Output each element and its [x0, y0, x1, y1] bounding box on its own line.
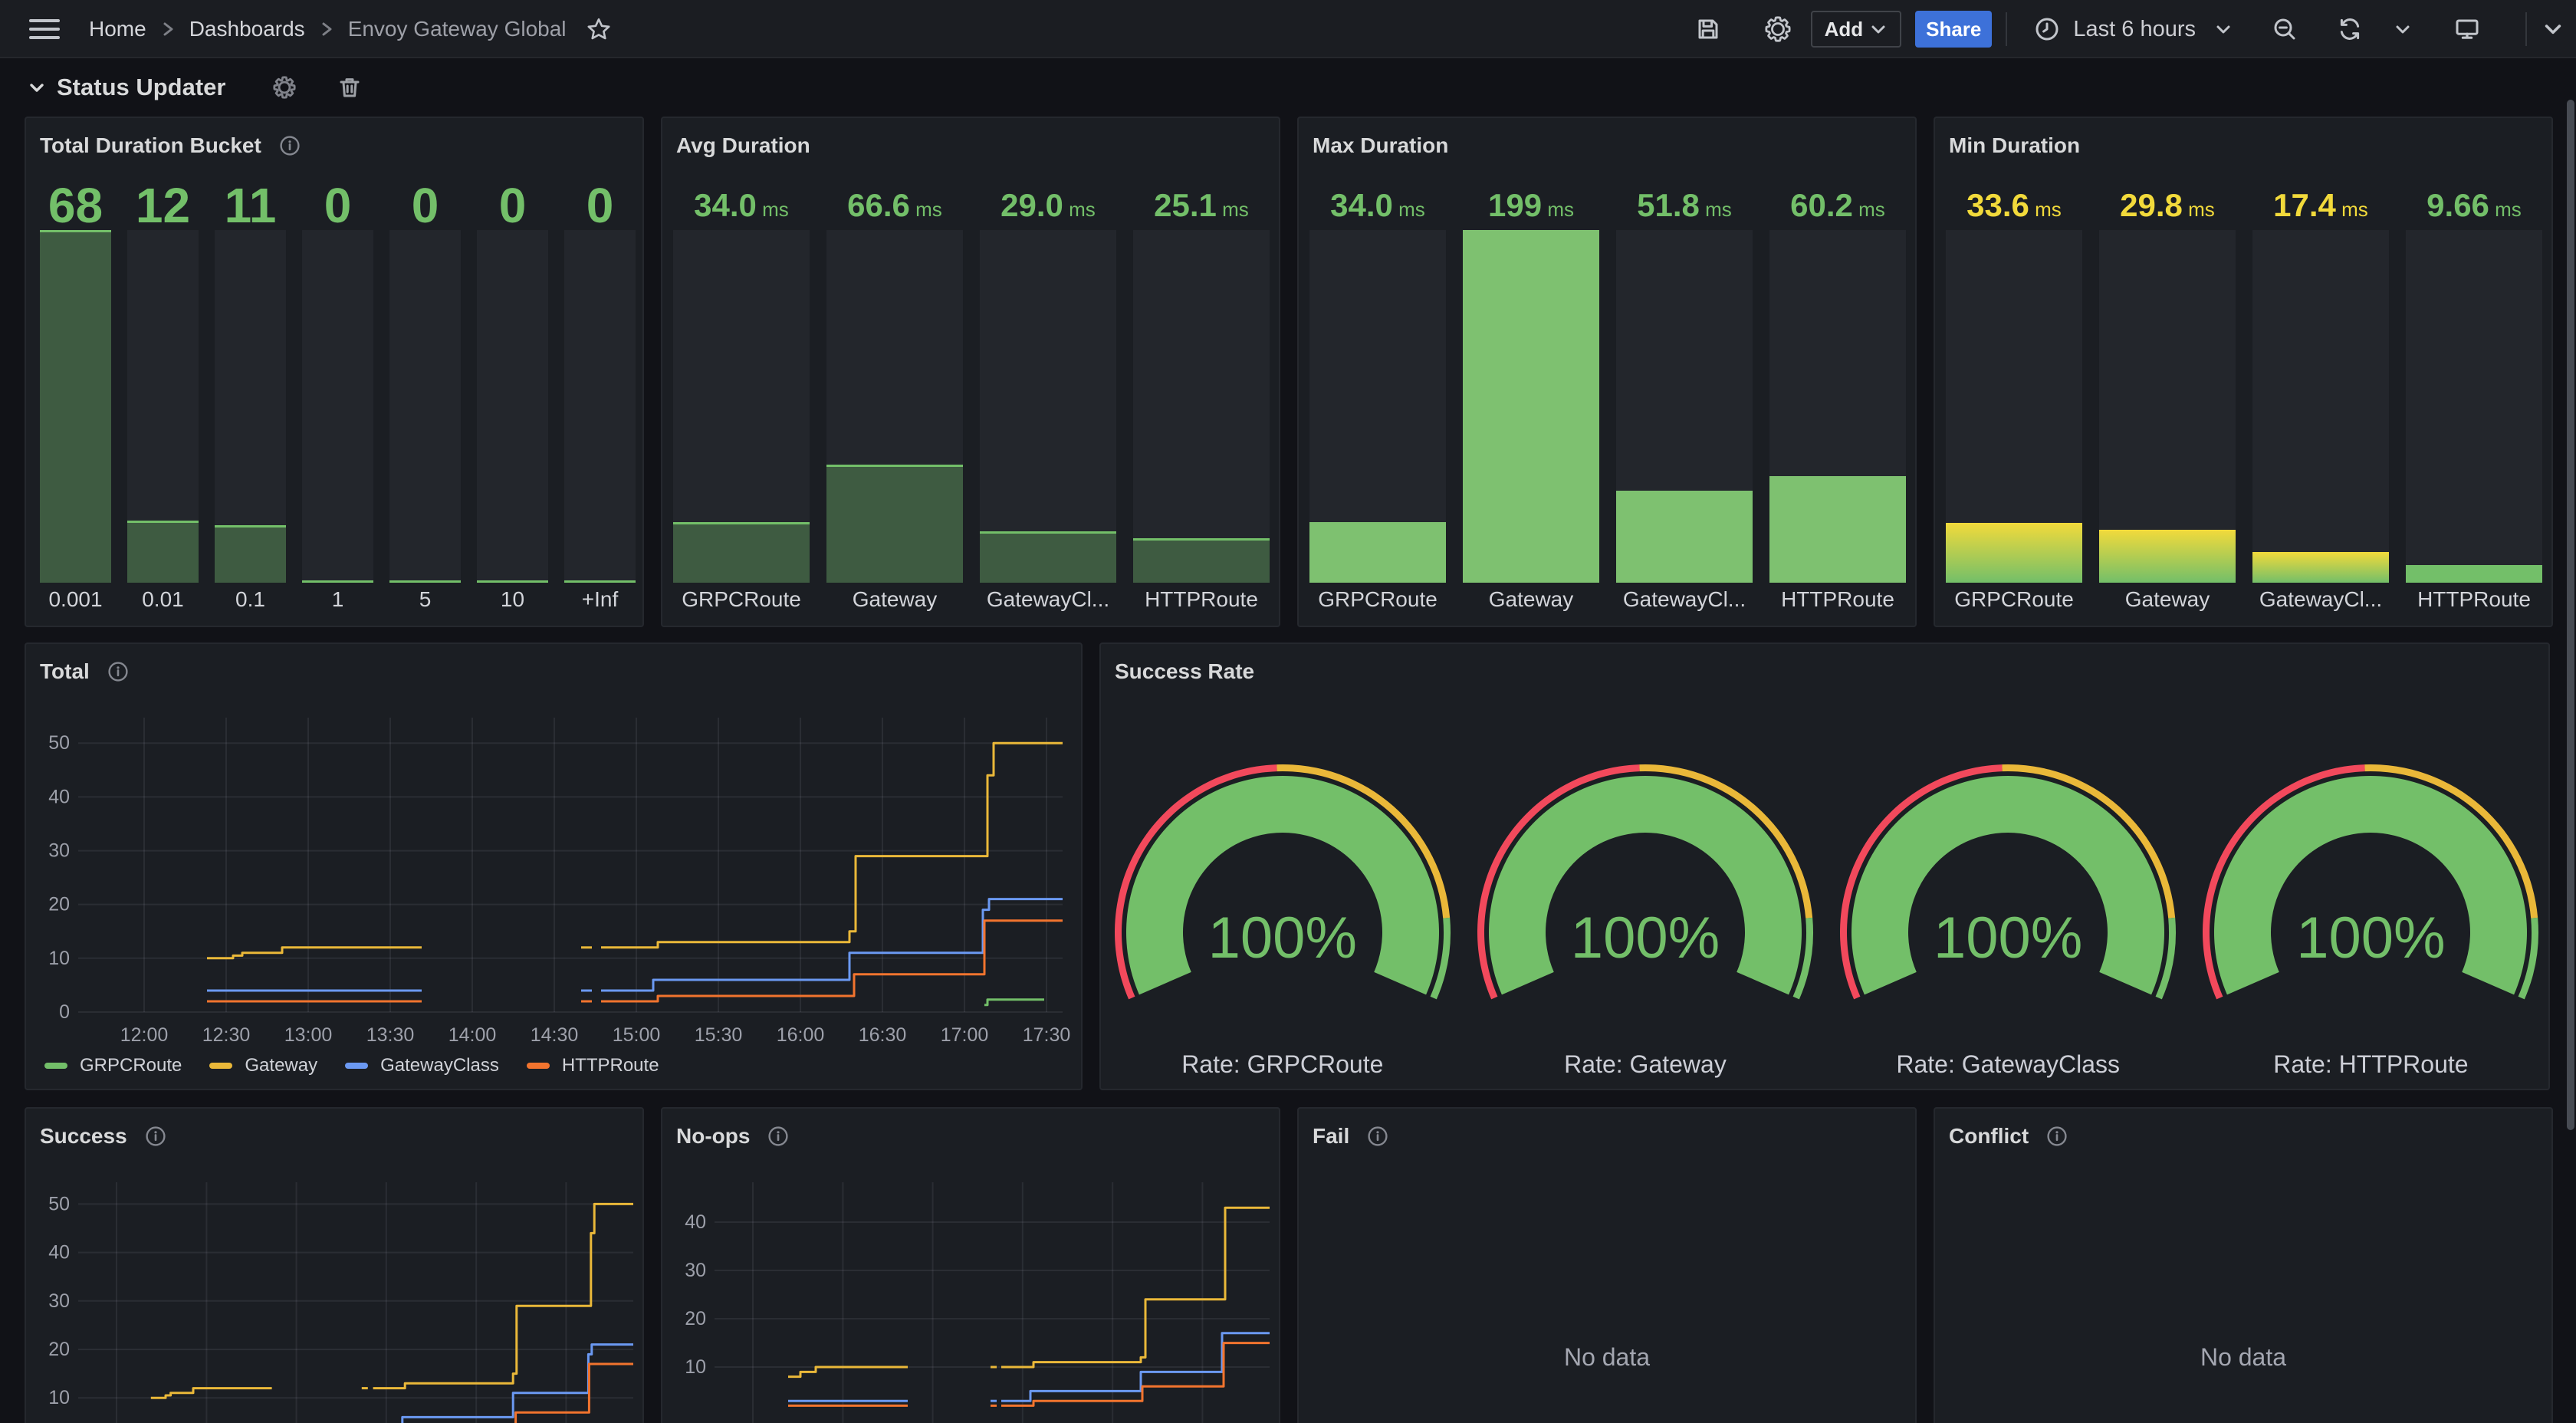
- svg-text:40: 40: [48, 1242, 70, 1264]
- svg-text:20: 20: [48, 1339, 70, 1360]
- svg-text:14:30: 14:30: [531, 1024, 579, 1046]
- svg-text:10: 10: [48, 1387, 70, 1408]
- svg-text:30: 30: [48, 1290, 70, 1312]
- svg-text:15:00: 15:00: [613, 1024, 661, 1046]
- svg-text:17:30: 17:30: [1023, 1024, 1071, 1046]
- svg-text:40: 40: [685, 1211, 706, 1233]
- svg-text:0: 0: [59, 1001, 70, 1023]
- svg-text:20: 20: [48, 894, 70, 915]
- svg-text:13:30: 13:30: [366, 1024, 415, 1046]
- svg-text:13:00: 13:00: [284, 1024, 333, 1046]
- svg-text:15:30: 15:30: [695, 1024, 743, 1046]
- svg-text:50: 50: [48, 732, 70, 754]
- svg-text:17:00: 17:00: [941, 1024, 989, 1046]
- svg-text:40: 40: [48, 786, 70, 807]
- svg-text:30: 30: [48, 840, 70, 862]
- svg-text:16:00: 16:00: [777, 1024, 825, 1046]
- svg-text:20: 20: [685, 1308, 706, 1329]
- svg-text:12:30: 12:30: [202, 1024, 251, 1046]
- svg-text:12:00: 12:00: [120, 1024, 169, 1046]
- svg-text:14:00: 14:00: [449, 1024, 497, 1046]
- svg-text:16:30: 16:30: [859, 1024, 907, 1046]
- svg-text:10: 10: [685, 1356, 706, 1378]
- svg-text:50: 50: [48, 1193, 70, 1214]
- svg-text:10: 10: [48, 948, 70, 969]
- svg-text:30: 30: [685, 1260, 706, 1281]
